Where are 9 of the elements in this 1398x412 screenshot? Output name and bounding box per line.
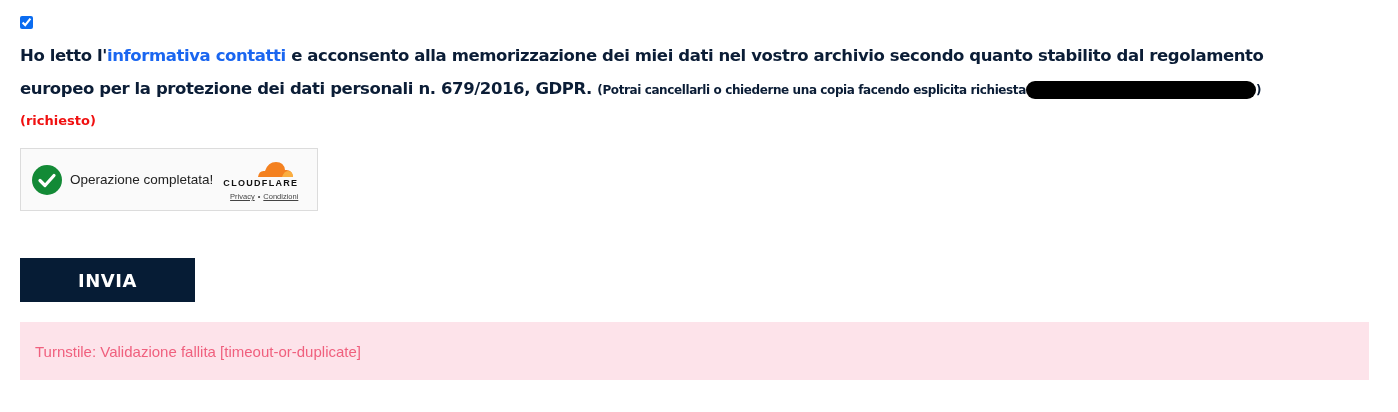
brand-name: CLOUDFLARE xyxy=(223,178,299,188)
privacy-link[interactable]: informativa contatti xyxy=(106,46,286,65)
error-alert: Turnstile: Validazione fallita [timeout-or-duplicate] xyxy=(20,322,1369,380)
consent-checkbox[interactable] xyxy=(20,16,33,29)
check-icon xyxy=(32,164,62,195)
consent-text: Ho letto l'informativa contatti e acconsento alla memorizzazione dei miei dati nel vostro archivio secondo quanto stabilito dal regolamento europeo per la protezione dei dati personali n. 679/2016, GDPR. (Potrai cancellarli o chiederne una copia facendo esplicita richiesta ) xyxy=(20,45,1265,101)
submit-button[interactable]: INVIA xyxy=(20,258,195,302)
status-text: Operazione completata! xyxy=(70,172,214,187)
required-label: (richiesto) xyxy=(20,113,97,128)
